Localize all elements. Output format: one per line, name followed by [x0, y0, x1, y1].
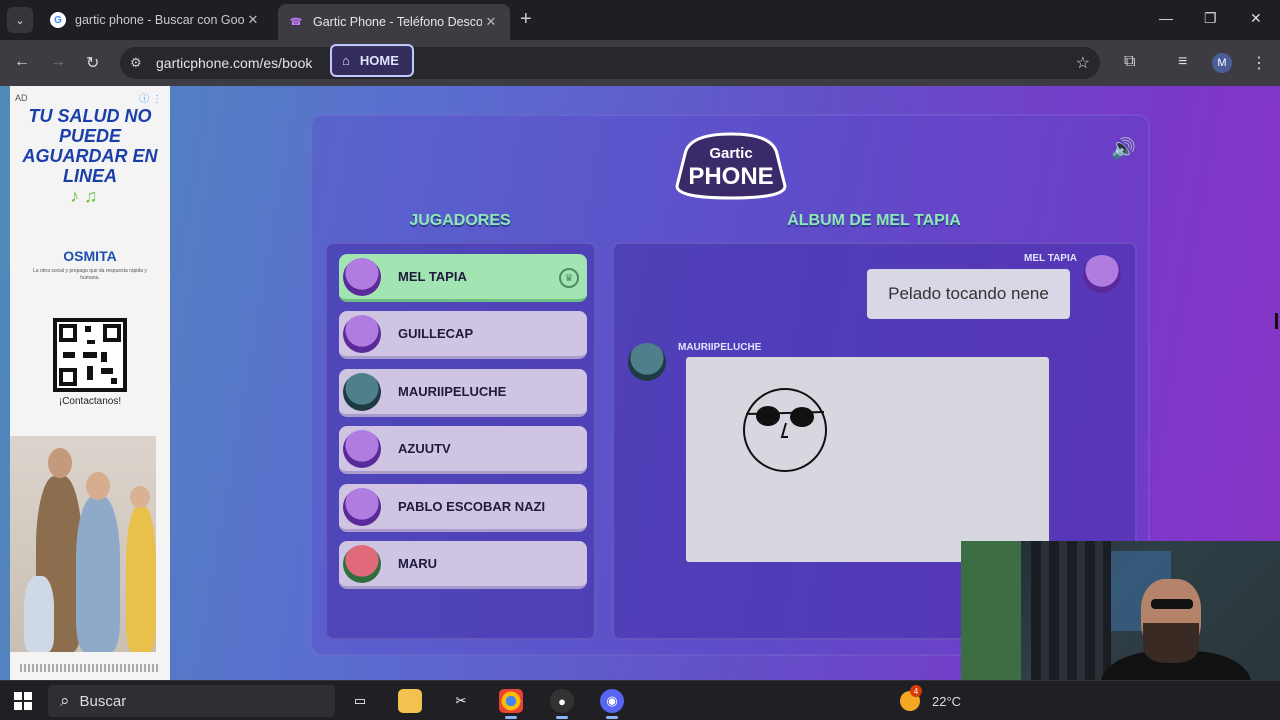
player-name: PABLO ESCOBAR NAZI [398, 499, 546, 514]
obs-icon[interactable]: ● [550, 689, 574, 719]
phone-icon: ☎ [289, 16, 303, 28]
player-row[interactable]: MAURIIPELUCHE [339, 369, 587, 417]
ad-cta: ¡Contactanos! [58, 396, 122, 407]
player-name: MAURIIPELUCHE [398, 384, 507, 399]
menu-kebab-icon[interactable]: ⋮ [1251, 53, 1267, 73]
taskbar-search[interactable]: ⌕ Buscar [48, 685, 335, 717]
player-avatar [343, 429, 381, 468]
search-icon: ⌕ [60, 691, 70, 710]
player-avatar [343, 544, 381, 583]
extensions-icon[interactable]: ⧉ [1124, 53, 1135, 71]
ad-info-icon[interactable]: ⓘ ⋮ [139, 90, 162, 105]
album-drawing [686, 357, 1049, 562]
google-icon: G [50, 12, 66, 28]
home-button[interactable]: ⌂ HOME [330, 44, 414, 77]
ad-tagline: La obra social y prepaga que da respuest… [33, 268, 147, 281]
gartic-phone-logo[interactable]: Gartic PHONE [673, 130, 789, 200]
back-icon[interactable]: ← [14, 53, 30, 71]
weather-icon: 4 [900, 685, 922, 711]
bookmark-star-icon[interactable]: ☆ [1076, 53, 1090, 73]
ad-banner[interactable]: AD ⓘ ⋮ TU SALUD NO PUEDE AGUARDAR EN LIN… [10, 86, 170, 680]
qr-code [53, 318, 127, 392]
music-notes-icon: ♪ ♫ [70, 186, 98, 206]
player-row[interactable]: GUILLECAP [339, 311, 587, 359]
capcut-icon[interactable]: ✂ [449, 689, 473, 713]
player-row[interactable]: PABLO ESCOBAR NAZI [339, 484, 587, 532]
media-control-icon[interactable]: ≡ [1178, 53, 1187, 71]
ad-footer [20, 664, 160, 672]
weather-widget[interactable]: 4 22°C [900, 685, 962, 711]
chrome-icon[interactable] [499, 689, 523, 719]
author-avatar [628, 343, 666, 381]
mouse-cursor [1275, 313, 1278, 329]
url-text[interactable]: garticphone.com/es/book [156, 55, 312, 71]
home-label: HOME [359, 53, 399, 68]
profile-avatar[interactable]: M [1212, 53, 1232, 73]
player-name: MARU [398, 556, 437, 571]
players-heading: JUGADORES [409, 212, 511, 229]
album-author-label: MEL TAPIA [1024, 253, 1077, 264]
close-tab-icon[interactable]: ✕ [244, 12, 262, 28]
file-explorer-icon[interactable] [398, 689, 422, 713]
tab-title: gartic phone - Buscar con Goo [75, 13, 244, 27]
new-tab-button[interactable]: + [520, 9, 532, 29]
tab-title: Gartic Phone - Teléfono Descor [313, 15, 482, 29]
album-author-label: MAURIIPELUCHE [678, 342, 762, 353]
omnibox[interactable]: ⚙ garticphone.com/es/book ☆ [120, 47, 1100, 79]
windows-taskbar: ⌕ Buscar ▭ ✂ ● ◉ 4 22°C [0, 680, 1280, 720]
tab-gartic-phone[interactable]: ☎ Gartic Phone - Teléfono Descor ✕ [278, 4, 510, 40]
album-heading: ÁLBUM DE MEL TAPIA [787, 212, 961, 229]
notification-badge: 4 [910, 685, 922, 697]
ad-label: AD [15, 93, 28, 103]
discord-icon[interactable]: ◉ [600, 689, 624, 719]
ad-brand: OSMITA [63, 248, 117, 264]
ad-headline: TU SALUD NO PUEDE AGUARDAR EN LINEA [22, 106, 158, 186]
ad-family-photo [10, 436, 156, 652]
task-view-icon[interactable]: ▭ [348, 689, 372, 713]
player-row[interactable]: AZUUTV [339, 426, 587, 474]
logo-top-text: Gartic [709, 145, 752, 162]
forward-icon[interactable]: → [50, 53, 66, 71]
minimize-icon[interactable]: — [1159, 10, 1173, 26]
close-window-icon[interactable]: ✕ [1250, 10, 1262, 27]
browser-tab-bar: ⌄ G gartic phone - Buscar con Goo ✕ ☎ Ga… [0, 0, 1280, 40]
drawing-face [743, 388, 827, 472]
players-list: MEL TAPIA ♛ GUILLECAP MAURIIPELUCHE AZUU… [325, 242, 596, 640]
reload-icon[interactable]: ↻ [86, 53, 99, 73]
player-avatar [343, 372, 381, 411]
player-row[interactable]: MARU [339, 541, 587, 589]
player-name: MEL TAPIA [398, 269, 467, 284]
site-info-icon[interactable]: ⚙ [130, 55, 146, 71]
player-name: AZUUTV [398, 441, 451, 456]
player-avatar [343, 487, 381, 526]
tab-search-button[interactable]: ⌄ [7, 7, 33, 33]
close-tab-icon[interactable]: ✕ [482, 14, 500, 30]
weather-temperature: 22°C [932, 693, 962, 709]
player-row[interactable]: MEL TAPIA ♛ [339, 254, 587, 302]
search-placeholder: Buscar [79, 692, 127, 710]
host-crown-icon: ♛ [559, 268, 579, 288]
restore-icon[interactable]: ❐ [1204, 10, 1217, 27]
album-text-bubble: Pelado tocando nene [867, 269, 1070, 319]
home-icon: ⌂ [342, 53, 350, 68]
sound-toggle-icon[interactable]: 🔊 [1111, 136, 1136, 161]
player-avatar [343, 314, 381, 353]
tab-google-search[interactable]: G gartic phone - Buscar con Goo ✕ [40, 4, 272, 36]
author-avatar [1083, 255, 1121, 293]
address-bar-row: ← → ↻ ⚙ garticphone.com/es/book ☆ ⧉ ≡ ⋮ [0, 40, 1280, 86]
logo-bottom-text: PHONE [688, 163, 773, 190]
player-name: GUILLECAP [398, 326, 474, 341]
windows-start-icon[interactable] [14, 692, 32, 710]
player-avatar [343, 257, 381, 296]
